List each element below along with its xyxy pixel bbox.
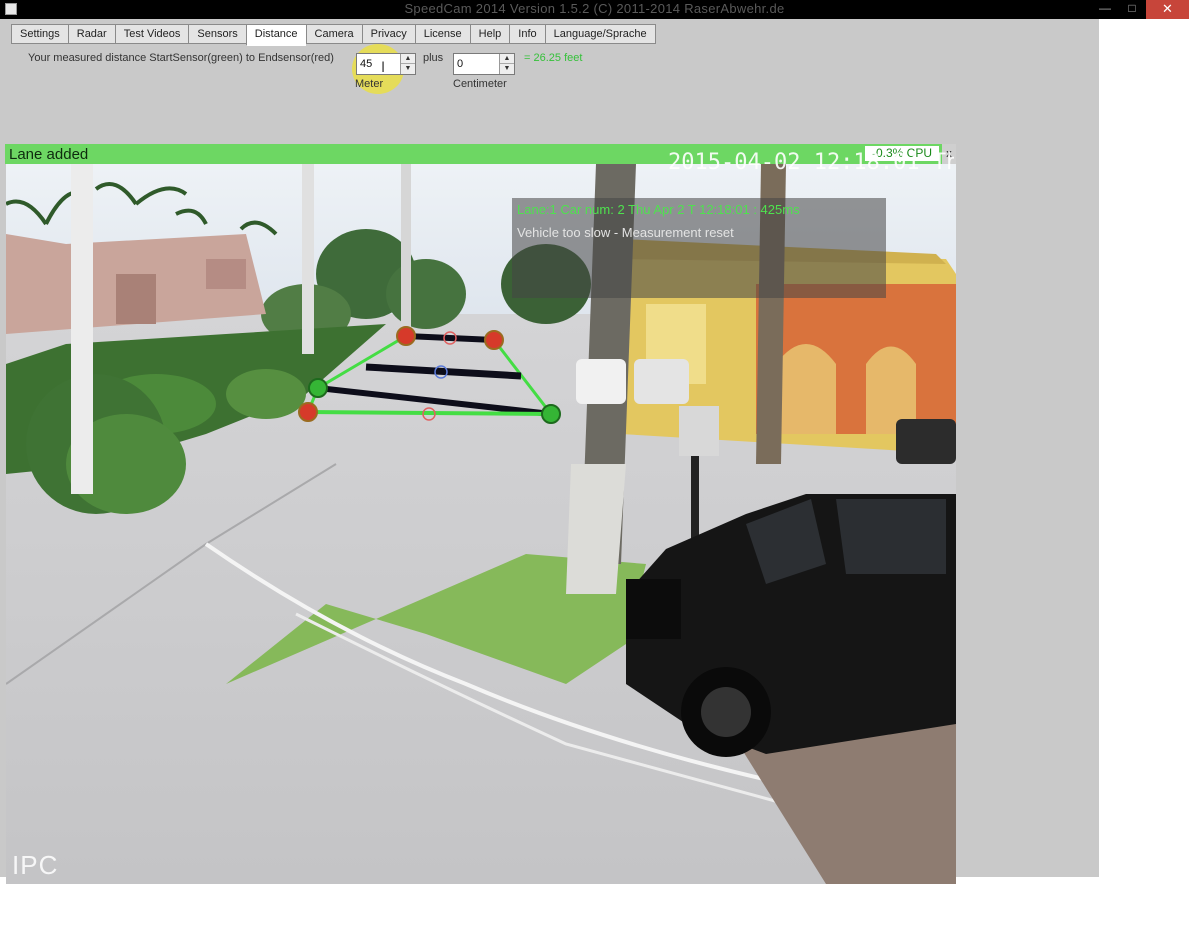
tab-settings[interactable]: Settings <box>11 24 68 44</box>
tab-bar: Settings Radar Test Videos Sensors Dista… <box>11 24 656 46</box>
bottom-blank-area <box>0 877 1099 949</box>
tab-language[interactable]: Language/Sprache <box>544 24 656 44</box>
tab-privacy[interactable]: Privacy <box>361 24 415 44</box>
measurement-overlay: Lane:1 Car num: 2 Thu Apr 2 T 12:18:01 :… <box>512 198 886 298</box>
measurement-info: Lane:1 Car num: 2 Thu Apr 2 T 12:18:01 :… <box>517 202 800 217</box>
text-cursor-icon: I <box>381 60 386 76</box>
window-title: SpeedCam 2014 Version 1.5.2 (C) 2011-201… <box>404 1 785 16</box>
meter-caption: Meter <box>355 78 384 90</box>
tab-test-videos[interactable]: Test Videos <box>114 24 189 44</box>
centimeter-caption: Centimeter <box>453 78 507 90</box>
tab-help[interactable]: Help <box>469 24 510 44</box>
feet-result: = 26.25 feet <box>524 52 583 64</box>
chevron-down-icon[interactable]: ▼ <box>500 64 514 74</box>
meter-value[interactable]: 45 <box>360 58 372 70</box>
distance-description: Your measured distance StartSensor(green… <box>28 52 334 64</box>
tab-camera[interactable]: Camera <box>305 24 362 44</box>
chevron-up-icon[interactable]: ▲ <box>500 54 514 64</box>
meter-stepper-arrows[interactable]: ▲ ▼ <box>400 54 415 74</box>
right-blank-area <box>1099 19 1189 949</box>
centimeter-stepper[interactable]: 0 ▲ ▼ <box>453 53 515 75</box>
plus-label: plus <box>423 52 444 64</box>
tab-info[interactable]: Info <box>509 24 545 44</box>
tab-license[interactable]: License <box>414 24 470 44</box>
tab-sensors[interactable]: Sensors <box>188 24 246 44</box>
minimize-button[interactable]: — <box>1092 0 1118 19</box>
title-bar: SpeedCam 2014 Version 1.5.2 (C) 2011-201… <box>0 0 1189 19</box>
centimeter-stepper-arrows[interactable]: ▲ ▼ <box>499 54 514 74</box>
centimeter-value[interactable]: 0 <box>457 58 463 70</box>
camera-timestamp: 2015-04-02 12:18:01 Thu <box>668 150 954 175</box>
chevron-down-icon[interactable]: ▼ <box>401 64 415 74</box>
close-window-button[interactable]: ✕ <box>1146 0 1189 19</box>
chevron-up-icon[interactable]: ▲ <box>401 54 415 64</box>
meter-stepper[interactable]: 45 ▲ ▼ <box>356 53 416 75</box>
tab-distance[interactable]: Distance <box>245 24 306 46</box>
tab-radar[interactable]: Radar <box>67 24 115 44</box>
maximize-button[interactable]: □ <box>1119 0 1145 19</box>
measurement-status: Vehicle too slow - Measurement reset <box>517 225 734 240</box>
camera-brand-watermark: IPC <box>12 850 59 880</box>
lane-status-message: Lane added <box>9 146 89 163</box>
